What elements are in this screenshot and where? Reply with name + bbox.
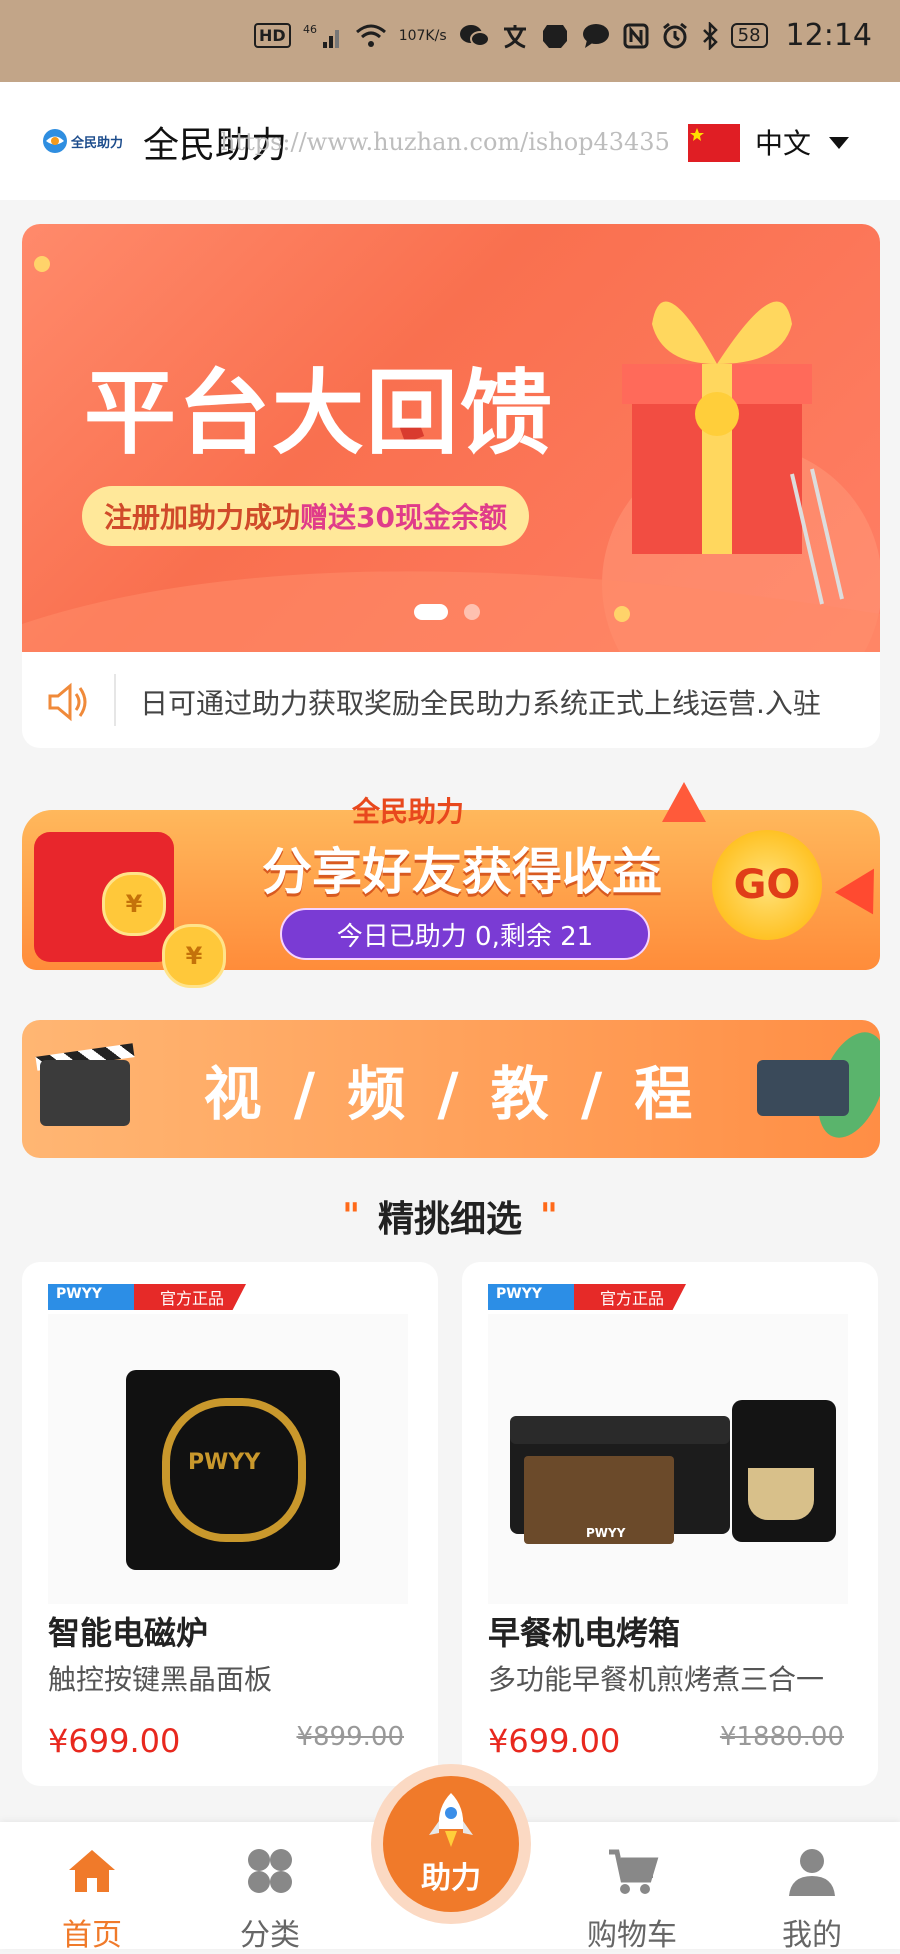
nav-home[interactable]: 首页 [32, 1844, 152, 1954]
share-banner[interactable]: ¥ ¥ 全民助力 分享好友获得收益 今日已助力 0,剩余 21 GO [22, 776, 894, 996]
section-header: " 精挑细选 " [0, 1186, 900, 1246]
product-description: 触控按键黑晶面板 [48, 1663, 273, 1696]
induction-cooker-icon: PWYY [126, 1370, 340, 1570]
language-selector[interactable]: 中文 [755, 122, 811, 162]
app-header: 全民助力 全民助力 https://www.huzhan.com/ishop43… [0, 82, 900, 200]
nav-cart[interactable]: 购物车 [572, 1844, 692, 1954]
official-tag: PWYY 官方正品 [48, 1284, 247, 1310]
network-type: 46 [303, 23, 317, 36]
china-flag-icon[interactable] [688, 124, 740, 162]
quote-mark-icon: " [342, 1196, 360, 1236]
logo-text: 全民助力 [71, 135, 124, 151]
status-icons: HD 46 107 K/s 58 12:14 [254, 18, 872, 53]
nav-category-label: 分类 [240, 1918, 300, 1953]
chevron-down-icon[interactable] [829, 137, 849, 149]
alarm-icon [661, 22, 689, 50]
banner-subtitle: 注册加助力成功赠送30现金余额 [82, 486, 529, 546]
coin-icon: ¥ [162, 924, 226, 988]
user-icon [789, 1849, 835, 1896]
nav-home-label: 首页 [62, 1918, 122, 1953]
net-speed-unit: K/s [425, 27, 447, 44]
product-card[interactable]: PWYY 官方正品 PWYY 智能电磁炉 触控按键黑晶面板 ¥699.00 ¥8… [22, 1262, 438, 1786]
official-tag: PWYY 官方正品 [488, 1284, 687, 1310]
product-description: 多功能早餐机煎烤煮三合一 [488, 1663, 825, 1696]
video-tutorial-banner[interactable]: 视 / 频 / 教 / 程 [22, 1020, 880, 1158]
coin-icon: ¥ [102, 872, 166, 936]
assist-button-inner: 助力 [383, 1776, 519, 1912]
oven-body [510, 1416, 730, 1544]
product-name: 智能电磁炉 [48, 1614, 209, 1652]
banner-card: 平台大回馈 注册加助力成功赠送30现金余额 日可通过助力获取奖励全民助力系统正式… [22, 224, 880, 748]
status-bar: HD 46 107 K/s 58 12:14 [0, 0, 900, 82]
rocket-icon [429, 1793, 473, 1847]
carousel-indicator [414, 604, 480, 620]
flag-decoration-icon [662, 782, 706, 822]
clock: 12:14 [785, 18, 872, 53]
product-name: 早餐机电烤箱 [488, 1614, 681, 1652]
nfc-icon [623, 23, 649, 49]
go-button[interactable]: GO [712, 830, 822, 940]
nav-mine[interactable]: 我的 [752, 1844, 872, 1954]
net-speed-value: 107 [398, 27, 426, 44]
product-image-brand: PWYY [188, 1450, 261, 1475]
nav-category[interactable]: 分类 [210, 1844, 330, 1954]
translate-icon [501, 23, 529, 49]
announcement-text: 日可通过助力获取奖励全民助力系统正式上线运营.入驻 [140, 687, 821, 720]
banner-subtitle-text: 注册加助力成功 [104, 501, 301, 534]
coffee-pot [748, 1468, 814, 1520]
wechat-icon [459, 23, 489, 49]
nav-mine-label: 我的 [782, 1918, 842, 1953]
quote-mark-icon: " [540, 1196, 558, 1236]
assist-button[interactable]: 助力 [371, 1764, 531, 1924]
banner-subtitle-highlight: 赠送30现金余额 [300, 501, 507, 534]
app-logo[interactable]: 全民助力 [42, 118, 128, 164]
nav-cart-label: 购物车 [587, 1918, 677, 1953]
product-price: ¥699.00 [48, 1722, 181, 1760]
product-card[interactable]: PWYY 官方正品 PWYY 早餐机电烤箱 多功能早餐机煎烤煮三合一 ¥699.… [462, 1262, 878, 1786]
speaker-icon [48, 682, 87, 722]
cart-icon [609, 1849, 659, 1894]
hd-badge: HD [254, 23, 291, 48]
watermark: https://www.huzhan.com/ishop43435 [220, 128, 670, 156]
message-icon [581, 22, 611, 50]
assist-label: 助力 [421, 1861, 481, 1896]
bluetooth-icon [701, 21, 719, 50]
product-original-price: ¥899.00 [296, 1722, 404, 1752]
gift-box-icon [622, 301, 812, 554]
product-image[interactable]: PWYY [488, 1314, 848, 1604]
banner-title: 平台大回馈 [84, 360, 555, 467]
wifi-icon [355, 23, 387, 49]
promo-carousel[interactable]: 平台大回馈 注册加助力成功赠送30现金余额 [22, 224, 880, 652]
official-tag-label: 官方正品 [574, 1284, 687, 1310]
divider [114, 674, 116, 726]
carousel-dot[interactable] [464, 604, 480, 620]
breakfast-oven-icon: PWYY [510, 1392, 836, 1552]
assist-progress: 今日已助力 0,剩余 21 [280, 908, 650, 960]
official-tag-label: 官方正品 [134, 1284, 247, 1310]
carousel-dot-active[interactable] [414, 604, 448, 620]
brand-tag: PWYY [48, 1284, 134, 1310]
video-banner-text: 视 / 频 / 教 / 程 [203, 1060, 699, 1128]
product-image[interactable]: PWYY [48, 1314, 408, 1604]
product-price: ¥699.00 [488, 1722, 621, 1760]
product-original-price: ¥1880.00 [719, 1722, 844, 1752]
brand-tag: PWYY [488, 1284, 574, 1310]
logo-mark-icon [43, 129, 67, 153]
coffee-maker-icon [732, 1400, 836, 1542]
section-title: 精挑细选 [377, 1199, 522, 1240]
category-icon [248, 1849, 292, 1893]
share-banner-label: 全民助力 [352, 795, 465, 828]
confetti-icon [34, 256, 50, 272]
product-image-brand: PWYY [586, 1526, 626, 1540]
hand-icon [541, 22, 569, 50]
announcement-bar[interactable]: 日可通过助力获取奖励全民助力系统正式上线运营.入驻 [22, 652, 880, 748]
battery-icon: 58 [730, 23, 768, 48]
cell-signal-icon: 46 [303, 22, 343, 50]
share-banner-title: 分享好友获得收益 [262, 843, 662, 901]
net-speed: 107 K/s [399, 28, 447, 44]
home-icon [69, 1850, 115, 1892]
oven-griddle [510, 1416, 730, 1444]
